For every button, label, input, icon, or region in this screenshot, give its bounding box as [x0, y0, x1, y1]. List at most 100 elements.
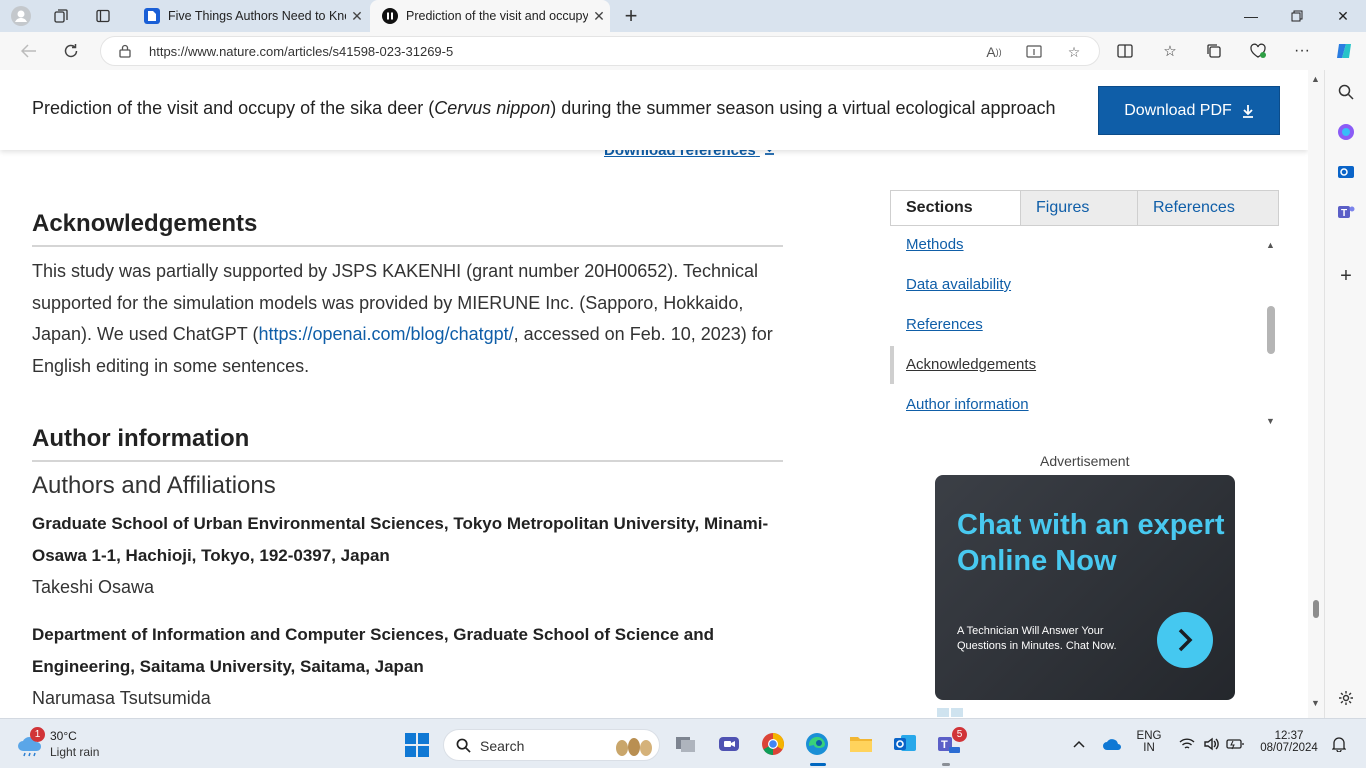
tab-references[interactable]: References — [1137, 191, 1278, 225]
workspaces-icon[interactable] — [48, 4, 74, 28]
sidebar-scroll-up-icon[interactable]: ▲ — [1266, 240, 1275, 250]
volume-icon[interactable] — [1200, 731, 1222, 757]
new-tab-icon[interactable]: + — [618, 3, 644, 28]
immersive-reader-icon[interactable] — [1023, 43, 1045, 61]
page-viewport: Prediction of the visit and occupy of th… — [0, 70, 1308, 718]
close-window-icon[interactable]: ✕ — [1320, 0, 1366, 32]
search-highlight-icon — [616, 738, 652, 756]
sidebar-link-methods[interactable]: Methods — [906, 236, 964, 253]
running-app-indicator — [942, 763, 950, 766]
tab-strip: Five Things Authors Need to Know ✕ Predi… — [0, 0, 1366, 32]
windows-logo-icon — [405, 733, 429, 757]
taskbar-search[interactable]: Search — [443, 729, 660, 761]
outlook-icon[interactable] — [1335, 161, 1357, 183]
meet-now-icon[interactable] — [716, 731, 742, 757]
sidebar-link-references[interactable]: References — [906, 316, 983, 333]
page-scrollbar[interactable]: ▲ ▼ — [1308, 70, 1324, 718]
teams-notification-badge: 5 — [952, 727, 967, 742]
back-icon[interactable] — [14, 38, 44, 64]
add-sidebar-app-icon[interactable]: + — [1335, 265, 1357, 287]
language-indicator[interactable]: ENG IN — [1134, 730, 1164, 754]
heading-divider — [32, 245, 783, 247]
refresh-icon[interactable] — [56, 38, 86, 64]
affiliation-name: Department of Information and Computer S… — [32, 625, 715, 676]
svg-text:T: T — [941, 739, 948, 751]
more-options-icon[interactable]: ··· — [1290, 40, 1314, 62]
clock[interactable]: 12:37 08/07/2024 — [1256, 730, 1322, 754]
notifications-bell-icon[interactable] — [1328, 731, 1350, 757]
sidebar-link-author-information[interactable]: Author information — [906, 396, 1029, 413]
onedrive-icon[interactable] — [1100, 731, 1124, 757]
current-section-indicator — [890, 346, 894, 384]
author-name[interactable]: Takeshi Osawa — [32, 577, 154, 598]
download-pdf-button[interactable]: Download PDF — [1098, 86, 1280, 135]
authors-affiliations-heading: Authors and Affiliations — [32, 472, 276, 499]
wifi-icon[interactable] — [1176, 731, 1198, 757]
chevron-right-icon — [1178, 628, 1193, 652]
sticky-article-header: Prediction of the visit and occupy of th… — [0, 70, 1308, 150]
ad-subtext: A Technician Will Answer Your Questions … — [957, 625, 1117, 652]
sidebar-link-data-availability[interactable]: Data availability — [906, 276, 1011, 293]
edge-sidebar: T + — [1324, 70, 1366, 718]
author-name[interactable]: Narumasa Tsutsumida — [32, 688, 211, 709]
ad-choices-icon[interactable] — [935, 708, 1235, 718]
minimize-icon[interactable]: — — [1228, 0, 1274, 32]
url-text: https://www.nature.com/articles/s41598-0… — [149, 44, 454, 59]
ad-arrow-button[interactable] — [1157, 612, 1213, 668]
settings-gear-icon[interactable] — [1335, 687, 1357, 709]
scroll-down-icon[interactable]: ▼ — [1311, 698, 1320, 708]
teams-icon[interactable]: T — [1335, 201, 1357, 223]
tab-actions-icon[interactable] — [90, 4, 116, 28]
favorites-icon[interactable]: ☆ — [1158, 40, 1182, 62]
close-tab-icon[interactable]: ✕ — [346, 8, 368, 25]
scrollbar-thumb[interactable] — [1313, 600, 1319, 618]
sidebar-scroll-down-icon[interactable]: ▼ — [1266, 416, 1275, 426]
acknowledgements-text: This study was partially supported by JS… — [32, 261, 773, 376]
search-label: Search — [480, 738, 525, 754]
article-title: Prediction of the visit and occupy of th… — [32, 98, 1056, 118]
acknowledgements-heading: Acknowledgements — [32, 210, 258, 237]
weather-alert-badge: 1 — [30, 727, 45, 742]
restore-icon[interactable] — [1274, 0, 1320, 32]
heading-divider — [32, 460, 783, 462]
affiliation-name: Graduate School of Urban Environmental S… — [32, 514, 769, 565]
download-icon — [1242, 104, 1253, 118]
show-hidden-icons-chevron-up-icon[interactable] — [1068, 731, 1090, 757]
browser-essentials-icon[interactable] — [1246, 40, 1270, 62]
outlook-taskbar-icon[interactable] — [892, 731, 918, 757]
close-tab-icon[interactable]: ✕ — [588, 8, 610, 25]
split-screen-icon[interactable] — [1113, 40, 1137, 62]
download-pdf-label: Download PDF — [1124, 101, 1232, 119]
sidebar-scrollbar[interactable] — [1267, 306, 1275, 354]
chatgpt-link[interactable]: https://openai.com/blog/chatgpt/ — [258, 324, 513, 344]
scroll-up-icon[interactable]: ▲ — [1311, 74, 1320, 84]
active-app-indicator — [810, 763, 826, 766]
sidebar-link-acknowledgements[interactable]: Acknowledgements — [906, 356, 1036, 373]
tab-five-things[interactable]: Five Things Authors Need to Know ✕ — [132, 0, 368, 32]
collections-icon[interactable] — [1202, 40, 1226, 62]
tab-prediction[interactable]: Prediction of the visit and occupy of th… — [370, 0, 610, 32]
read-aloud-icon[interactable]: A)) — [983, 43, 1005, 61]
battery-icon[interactable] — [1224, 731, 1246, 757]
file-explorer-icon[interactable] — [848, 731, 874, 757]
sidebar-tabs: Sections Figures References — [890, 190, 1279, 226]
advertisement-banner[interactable]: Chat with an expert Online Now A Technic… — [935, 475, 1235, 700]
favorite-star-icon[interactable]: ☆ — [1063, 43, 1085, 61]
edge-icon[interactable] — [804, 731, 830, 757]
weather-widget[interactable]: 1 30°C Light rain — [16, 727, 126, 763]
task-view-icon[interactable] — [673, 731, 699, 757]
tab-sections[interactable]: Sections — [891, 191, 1020, 225]
profile-icon[interactable] — [8, 4, 34, 28]
copilot-icon[interactable] — [1332, 40, 1356, 62]
lock-icon[interactable] — [119, 44, 131, 63]
windows-taskbar: 1 30°C Light rain Search T 5 ENG IN 12:3… — [0, 718, 1366, 768]
tab-title: Five Things Authors Need to Know — [168, 9, 346, 23]
address-bar[interactable]: https://www.nature.com/articles/s41598-0… — [100, 36, 1100, 66]
copilot-sidebar-icon[interactable] — [1335, 121, 1357, 143]
start-button[interactable] — [404, 732, 430, 763]
advertisement-label: Advertisement — [1040, 453, 1130, 469]
teams-taskbar-icon[interactable]: T 5 — [936, 727, 967, 757]
tab-figures[interactable]: Figures — [1020, 191, 1137, 225]
search-icon[interactable] — [1335, 81, 1357, 103]
chrome-icon[interactable] — [760, 731, 786, 757]
